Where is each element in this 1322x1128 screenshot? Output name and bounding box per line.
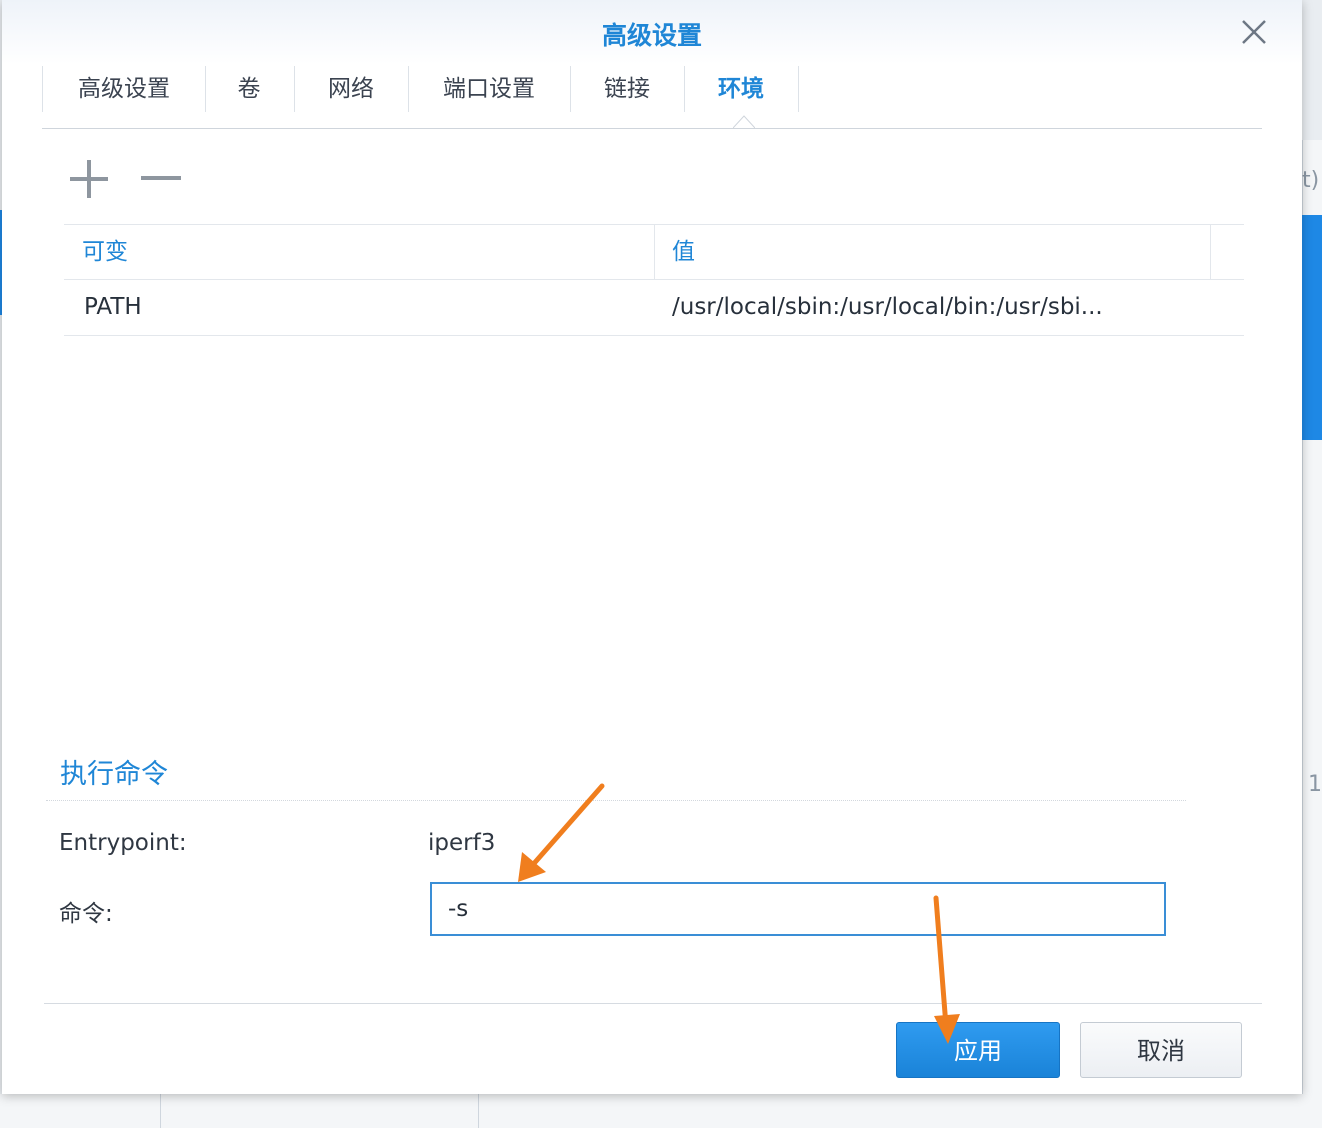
active-tab-caret-icon (733, 115, 755, 128)
background-column-divider (160, 1094, 161, 1128)
environment-table: 可变 值 PATH /usr/local/sbin:/usr/local/bin… (64, 224, 1244, 336)
background-text-fragment: 1 (1308, 772, 1322, 797)
close-icon (1242, 20, 1266, 44)
dialog-titlebar: 高级设置 (2, 0, 1302, 64)
column-divider (654, 225, 655, 279)
tab-port-settings[interactable]: 端口设置 (408, 66, 571, 112)
command-input[interactable] (430, 882, 1166, 936)
background-column-divider (478, 1094, 479, 1128)
footer-divider (44, 1003, 1262, 1004)
column-header-value[interactable]: 值 (672, 225, 695, 279)
column-header-variable[interactable]: 可变 (82, 225, 128, 279)
tab-volume[interactable]: 卷 (204, 66, 295, 112)
advanced-settings-dialog: 高级设置 高级设置 卷 网络 端口设置 链接 环境 可变 值 PATH /usr… (2, 0, 1302, 1094)
background-bottom-area (0, 1094, 1322, 1128)
entrypoint-value: iperf3 (428, 830, 496, 856)
close-button[interactable] (1238, 16, 1270, 48)
tab-bar: 高级设置 卷 网络 端口设置 链接 环境 (42, 66, 1262, 129)
entrypoint-label: Entrypoint: (59, 830, 187, 856)
plus-icon (70, 160, 108, 198)
minus-icon (141, 176, 181, 180)
table-row[interactable]: PATH /usr/local/sbin:/usr/local/bin:/usr… (64, 280, 1244, 336)
background-text-fragment: t) (1302, 168, 1320, 193)
dialog-title: 高级设置 (601, 21, 702, 50)
add-variable-button[interactable] (66, 156, 112, 202)
tab-links[interactable]: 链接 (570, 66, 685, 112)
tab-environment[interactable]: 环境 (684, 66, 799, 112)
section-divider (46, 800, 1186, 801)
background-selection-bar (1302, 215, 1322, 440)
tab-advanced-settings[interactable]: 高级设置 (42, 66, 206, 112)
command-label: 命令: (59, 901, 113, 927)
tab-network[interactable]: 网络 (294, 66, 409, 112)
exec-command-section-title: 执行命令 (60, 759, 168, 790)
cancel-button[interactable]: 取消 (1080, 1022, 1242, 1078)
column-divider (1210, 225, 1211, 279)
remove-variable-button[interactable] (138, 156, 184, 202)
table-header: 可变 值 (64, 224, 1244, 280)
variable-cell: PATH (84, 294, 142, 320)
value-cell: /usr/local/sbin:/usr/local/bin:/usr/sbi.… (672, 294, 1103, 320)
apply-button[interactable]: 应用 (896, 1022, 1060, 1078)
